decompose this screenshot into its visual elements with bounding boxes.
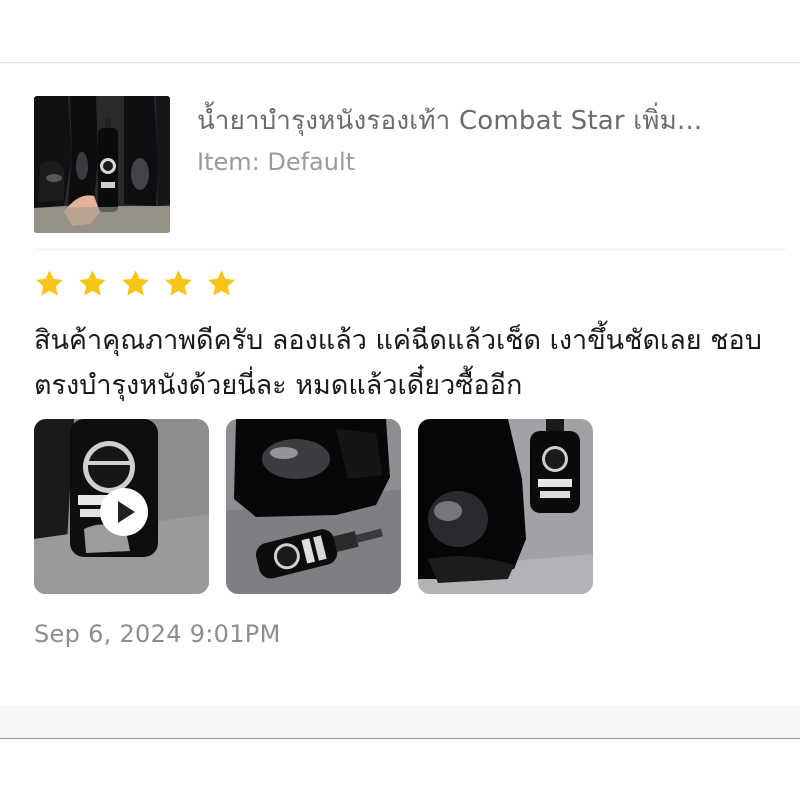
star-icon <box>208 270 235 296</box>
section-divider <box>34 249 786 250</box>
product-row[interactable]: น้ำยาบำรุงหนังรองเท้า Combat Star เพิ่ม.… <box>34 96 786 236</box>
review-media-row <box>34 419 593 594</box>
bottom-divider <box>0 738 800 739</box>
star-rating <box>34 268 237 299</box>
section-separator <box>0 706 800 738</box>
star-icon <box>165 270 192 296</box>
review-text: สินค้าคุณภาพดีครับ ลองแล้ว แค่ฉีดแล้วเช็… <box>34 325 762 401</box>
product-variant: Item: Default <box>197 148 356 176</box>
review-date: Sep 6, 2024 9:01PM <box>34 620 281 648</box>
review-video-thumbnail[interactable] <box>34 419 209 594</box>
product-thumbnail[interactable] <box>34 96 170 233</box>
product-title[interactable]: น้ำยาบำรุงหนังรองเท้า Combat Star เพิ่ม.… <box>197 100 787 141</box>
review-photo-thumbnail[interactable] <box>226 419 401 594</box>
play-icon[interactable] <box>100 488 148 536</box>
review-photo-thumbnail[interactable] <box>418 419 593 594</box>
top-divider <box>0 62 800 63</box>
star-icon <box>36 270 63 296</box>
star-icon <box>122 270 149 296</box>
star-icon <box>79 270 106 296</box>
